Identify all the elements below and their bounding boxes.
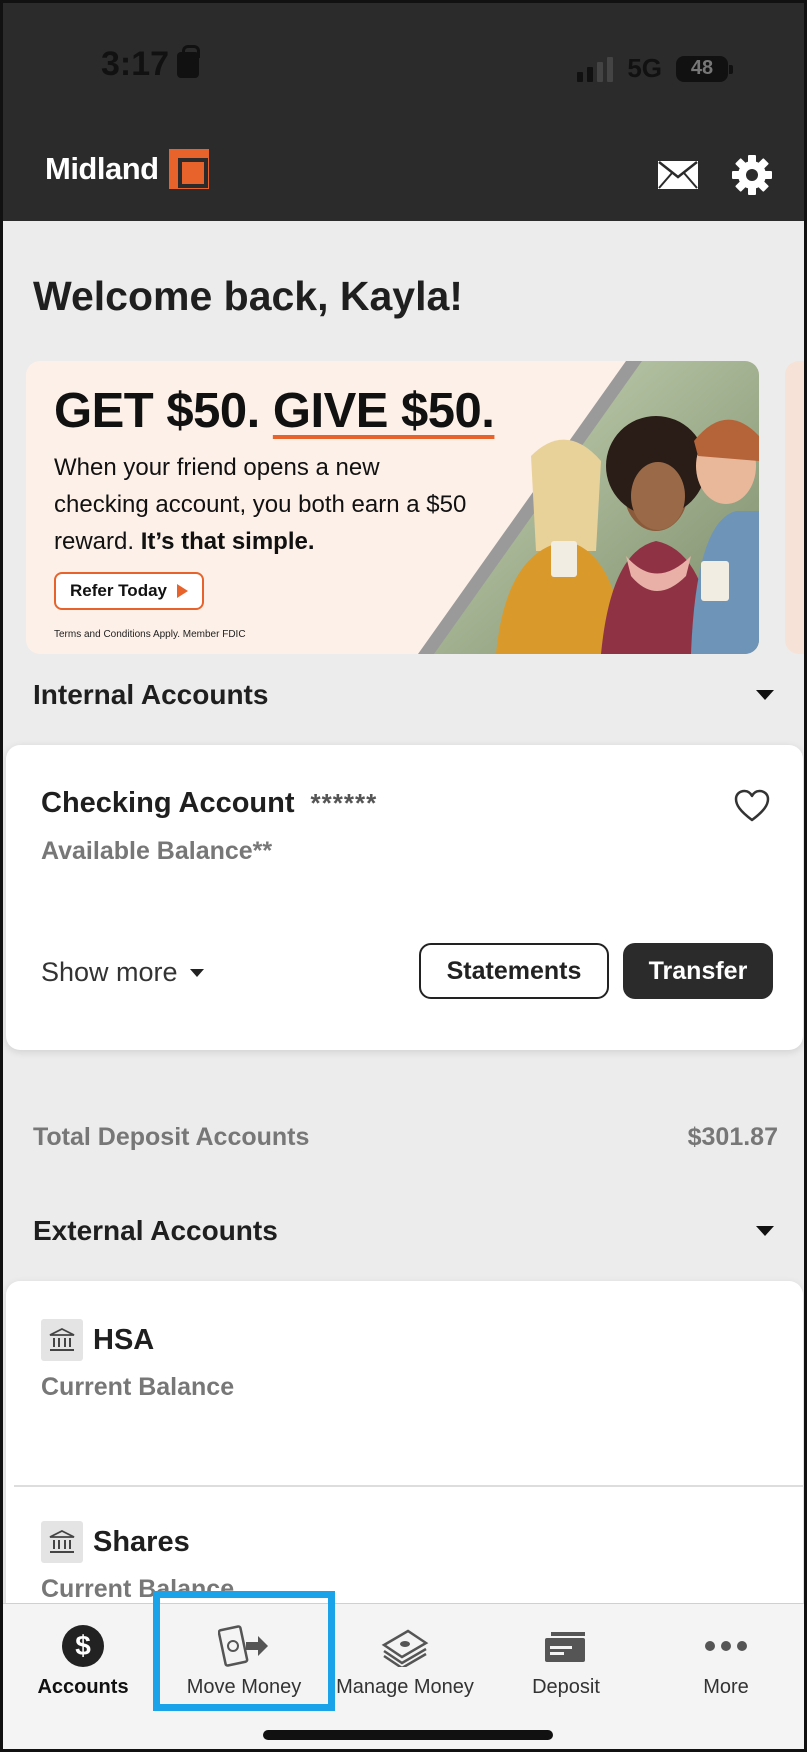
external-account-head: Shares: [41, 1521, 234, 1563]
tab-accounts[interactable]: $ Accounts: [3, 1604, 163, 1714]
caret-down-icon: [189, 968, 204, 977]
external-accounts-title: External Accounts: [33, 1215, 278, 1246]
status-time: 3:17: [101, 45, 170, 83]
promo-headline-give: GIVE $50.: [272, 384, 495, 438]
tab-label: Deposit: [532, 1676, 600, 1698]
total-deposit-value: $301.87: [687, 1123, 778, 1151]
status-time-group: 3:17: [101, 44, 201, 84]
tab-label: More: [703, 1676, 749, 1698]
gear-icon[interactable]: [730, 153, 774, 197]
svg-text:$: $: [75, 1630, 91, 1661]
statements-button[interactable]: Statements: [419, 943, 609, 999]
total-deposit-row: Total Deposit Accounts $301.87: [33, 1123, 778, 1152]
brand: Midland: [45, 149, 209, 189]
signal-icon: [577, 56, 614, 82]
app-header: Midland: [3, 133, 804, 221]
header-actions: [656, 153, 774, 197]
external-accounts-header[interactable]: External Accounts: [33, 1215, 778, 1247]
status-indicators: 5G 48: [577, 53, 733, 84]
external-account-name: Shares: [93, 1525, 190, 1558]
welcome-heading: Welcome back, Kayla!: [33, 273, 463, 319]
external-account-head: HSA: [41, 1319, 234, 1361]
refer-today-button[interactable]: Refer Today: [54, 572, 204, 610]
app-screen: 3:17 5G 48 Midland Welcome back, Kayla! …: [0, 0, 807, 1752]
promo-terms: Terms and Conditions Apply. Member FDIC: [54, 629, 246, 640]
tab-label: Manage Money: [336, 1676, 474, 1698]
move-money-highlight: [153, 1591, 335, 1711]
show-more-label: Show more: [41, 957, 178, 987]
status-bar: 3:17 5G 48: [3, 3, 804, 133]
brand-name: Midland: [45, 151, 159, 186]
home-indicator: [263, 1730, 553, 1740]
account-title-row: Checking Account ******: [41, 787, 377, 820]
internal-accounts-header[interactable]: Internal Accounts: [33, 679, 778, 711]
show-more-toggle[interactable]: Show more: [41, 957, 204, 988]
total-deposit-label: Total Deposit Accounts: [33, 1123, 310, 1151]
brand-logo-icon: [168, 149, 209, 189]
manage-money-icon: [380, 1618, 430, 1674]
promo-body-bold: It’s that simple.: [140, 528, 315, 555]
tab-more[interactable]: More: [646, 1604, 804, 1714]
bank-icon: [41, 1521, 83, 1563]
account-number-mask: ******: [310, 788, 378, 818]
promo-body: When your friend opens a new checking ac…: [54, 449, 474, 560]
more-icon: [704, 1618, 748, 1674]
divider: [14, 1485, 803, 1487]
tab-label: Accounts: [37, 1676, 129, 1698]
external-account-name: HSA: [93, 1323, 155, 1356]
deposit-icon: [543, 1618, 589, 1674]
current-balance-label: Current Balance: [41, 1373, 235, 1401]
bank-icon: [41, 1319, 83, 1361]
external-accounts-card: HSA Current Balance Shares Current Balan…: [6, 1281, 803, 1611]
transfer-button[interactable]: Transfer: [623, 943, 773, 999]
available-balance-label: Available Balance**: [41, 837, 273, 865]
refer-today-label: Refer Today: [70, 581, 167, 600]
internal-accounts-title: Internal Accounts: [33, 679, 269, 710]
heart-icon[interactable]: [734, 789, 770, 823]
tab-manage-money[interactable]: Manage Money: [325, 1604, 485, 1714]
account-name: Checking Account: [41, 787, 295, 819]
tab-deposit[interactable]: Deposit: [486, 1604, 646, 1714]
network-label: 5G: [627, 53, 662, 83]
shopping-bag-icon: [177, 44, 201, 78]
play-icon: [177, 584, 188, 598]
chevron-down-icon[interactable]: [756, 690, 774, 700]
dollar-icon: $: [61, 1618, 105, 1674]
promo-banner[interactable]: GET $50. GIVE $50. When your friend open…: [26, 361, 759, 654]
battery-level: 48: [690, 57, 714, 79]
battery-icon: 48: [676, 55, 733, 82]
promo-headline-get: GET $50.: [54, 384, 260, 438]
checking-account-card[interactable]: Checking Account ****** Available Balanc…: [6, 745, 803, 1050]
mail-icon[interactable]: [656, 153, 700, 197]
external-account-item[interactable]: HSA Current Balance: [41, 1319, 234, 1402]
promo-headline: GET $50. GIVE $50.: [54, 383, 495, 439]
chevron-down-icon[interactable]: [756, 1226, 774, 1236]
next-promo-peek[interactable]: [785, 361, 804, 654]
